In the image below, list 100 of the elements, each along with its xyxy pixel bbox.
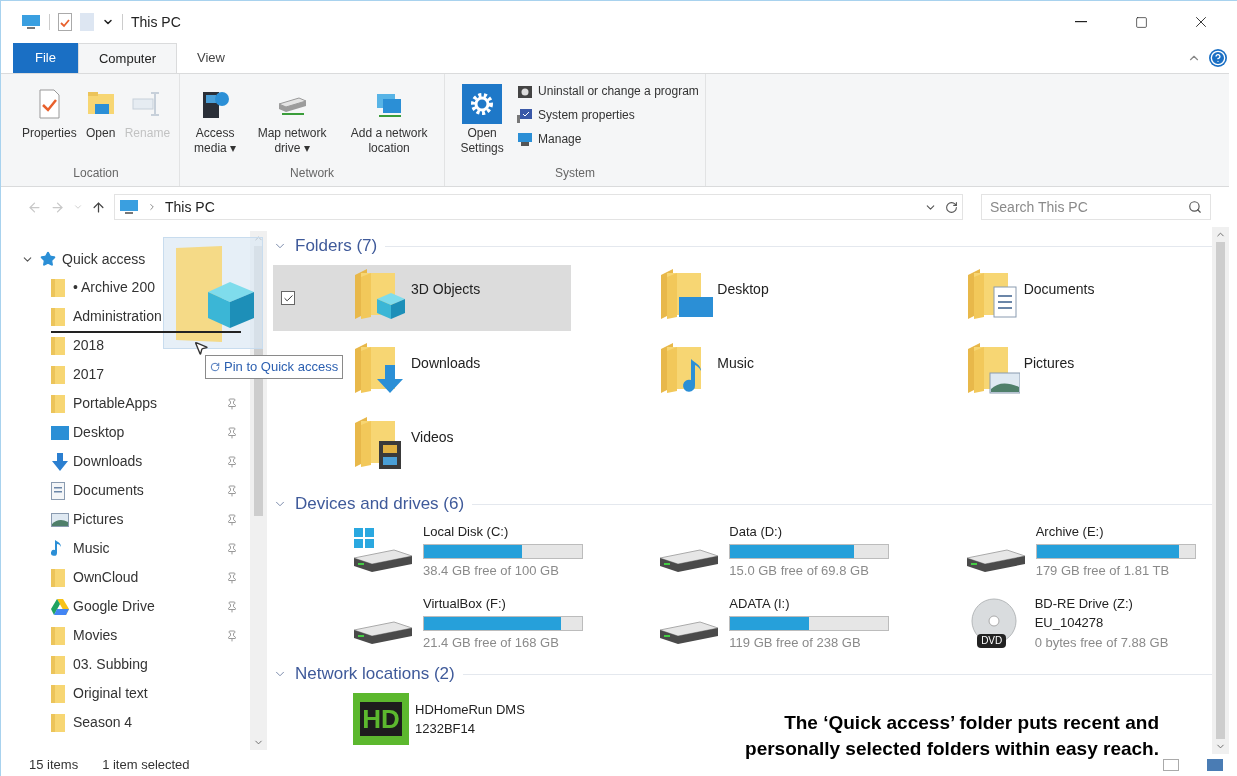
computer-check-icon xyxy=(517,107,534,123)
ribbon-small-button[interactable]: Uninstall or change a program xyxy=(517,82,699,100)
drag-tooltip: Pin to Quick access xyxy=(205,355,344,379)
checkbox[interactable] xyxy=(281,291,295,305)
pin-arrow-icon xyxy=(210,361,220,372)
folder-tile[interactable]: 3D Objects xyxy=(273,265,571,331)
ribbon-button[interactable]: Open xyxy=(81,82,120,164)
network-name: HDHomeRun DMS xyxy=(415,700,525,719)
scrollbar[interactable] xyxy=(1212,227,1229,754)
folder-icon xyxy=(51,365,65,384)
section-header[interactable]: Devices and drives (6) xyxy=(295,491,465,517)
properties-icon[interactable] xyxy=(58,13,72,31)
pin-icon[interactable] xyxy=(226,600,238,613)
sidebar-header[interactable]: Quick access xyxy=(62,248,146,270)
search-input[interactable]: Search This PC xyxy=(990,196,1188,218)
sidebar-item[interactable]: Music xyxy=(73,538,110,559)
folder-icon xyxy=(51,713,65,732)
search-field[interactable]: Search This PC xyxy=(981,194,1211,220)
sidebar-item[interactable]: Desktop xyxy=(73,422,125,443)
section-header[interactable]: Folders (7) xyxy=(295,233,378,259)
drive-tile[interactable]: Local Disk (C:) 38.4 GB free of 100 GB xyxy=(273,521,580,581)
sidebar-item[interactable]: 2017 xyxy=(73,364,105,385)
folder-icon xyxy=(51,568,65,587)
pin-icon[interactable] xyxy=(226,484,238,497)
ribbon-button[interactable]: Access media ▾ xyxy=(186,82,245,164)
drive-tile[interactable]: DVD BD-RE Drive (Z:) EU_104278 0 bytes free of 7.88 GB xyxy=(885,593,1192,653)
ribbon-button[interactable]: Properties xyxy=(19,82,80,164)
folder-icon xyxy=(51,684,65,703)
forward-icon[interactable] xyxy=(50,199,65,215)
breadcrumb-separator-icon xyxy=(147,202,157,212)
folder-tile[interactable]: Desktop xyxy=(657,265,878,331)
back-icon[interactable] xyxy=(27,199,42,215)
pin-icon[interactable] xyxy=(226,542,238,555)
drive-tile[interactable]: Archive (E:) 179 GB free of 1.81 TB xyxy=(885,521,1192,581)
folder-tile[interactable]: Videos xyxy=(351,413,571,479)
sidebar-item[interactable]: 03. Subbing xyxy=(73,654,148,675)
folder-icon xyxy=(51,278,65,297)
windows-logo-icon xyxy=(354,528,374,548)
computer-icon[interactable] xyxy=(21,14,41,30)
free-space: 21.4 GB free of 168 GB xyxy=(423,633,560,652)
sidebar-item[interactable]: PortableApps xyxy=(73,393,158,414)
sidebar-item[interactable]: Pictures xyxy=(73,509,124,530)
download-arrow-icon xyxy=(51,452,69,471)
drive-name: VirtualBox (F:) xyxy=(423,595,507,613)
tiles-view-icon[interactable] xyxy=(1207,759,1223,771)
camera-box-icon xyxy=(517,83,534,99)
star-icon xyxy=(40,251,56,267)
folder-icon xyxy=(51,655,65,674)
selection-status: 1 item selected xyxy=(102,756,190,775)
folder-tile[interactable]: Pictures xyxy=(963,339,1184,405)
drive-tile[interactable]: Data (D:) 15.0 GB free of 69.8 GB xyxy=(579,521,886,581)
computer-icon xyxy=(119,199,139,215)
folder-icon xyxy=(51,626,65,645)
pin-icon[interactable] xyxy=(226,571,238,584)
check-icon xyxy=(282,292,294,304)
hard-drive-icon xyxy=(352,548,414,574)
sidebar-item[interactable]: Movies xyxy=(73,625,118,646)
ribbon-group-label: Network xyxy=(289,165,336,182)
ribbon-tab[interactable]: File xyxy=(13,43,78,73)
search-icon[interactable] xyxy=(1188,200,1202,214)
document-icon xyxy=(51,481,65,500)
pin-icon[interactable] xyxy=(226,629,238,642)
breadcrumb-item[interactable]: This PC xyxy=(165,196,215,218)
ribbon-tab[interactable]: Computer xyxy=(77,43,178,73)
ribbon-button[interactable]: Open Settings xyxy=(451,82,514,164)
folder-tile[interactable]: Music xyxy=(657,339,878,405)
hard-drive-icon xyxy=(964,548,1027,574)
sidebar-item[interactable]: Documents xyxy=(73,480,144,501)
address-field[interactable]: This PC xyxy=(114,194,963,220)
sidebar-item[interactable]: OwnCloud xyxy=(73,567,139,588)
ribbon-button[interactable]: Add a network location xyxy=(340,82,439,164)
ribbon-tab[interactable]: View xyxy=(177,43,245,73)
refresh-icon[interactable] xyxy=(945,200,958,214)
sidebar-item[interactable]: Season 4 xyxy=(73,712,133,733)
up-icon[interactable] xyxy=(91,199,106,215)
sidebar-item[interactable]: Google Drive xyxy=(73,596,155,617)
pin-icon[interactable] xyxy=(226,397,238,410)
pin-icon[interactable] xyxy=(226,513,238,526)
section-header[interactable]: Network locations (2) xyxy=(295,661,455,687)
details-view-icon[interactable] xyxy=(1163,759,1179,771)
drive-tile[interactable]: VirtualBox (F:) 21.4 GB free of 168 GB xyxy=(273,593,580,653)
sidebar-item[interactable]: Downloads xyxy=(73,451,143,472)
help-icon[interactable] xyxy=(1209,49,1227,67)
ribbon-small-button[interactable]: System properties xyxy=(517,106,699,124)
disc-label: DVD xyxy=(977,634,1007,648)
sidebar-item[interactable]: • Archive 200 xyxy=(73,277,155,298)
sidebar-item[interactable]: Original text xyxy=(73,683,148,704)
drive-tile[interactable]: ADATA (I:) 119 GB free of 238 GB xyxy=(579,593,886,653)
folder-tile[interactable]: Documents xyxy=(963,265,1184,331)
sidebar-item[interactable]: 2018 xyxy=(73,335,105,356)
ribbon-small-button[interactable]: Manage xyxy=(517,130,699,148)
settings-icon xyxy=(462,84,503,124)
drive-name: Data (D:) xyxy=(729,523,784,541)
network-tile[interactable]: HD HDHomeRun DMS 1232BF14 xyxy=(353,693,525,745)
sidebar-item[interactable]: Administration xyxy=(73,306,162,327)
pin-icon[interactable] xyxy=(226,455,238,468)
folder-tile[interactable]: Downloads xyxy=(351,339,571,405)
pin-icon[interactable] xyxy=(226,426,238,439)
ribbon-button[interactable]: Map network drive ▾ xyxy=(246,82,339,164)
minimize-icon xyxy=(1075,21,1087,23)
